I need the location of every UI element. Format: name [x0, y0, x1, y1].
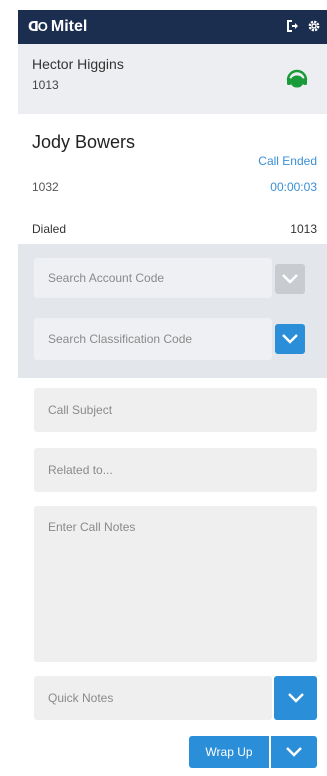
app-header: ᗡO Mitel [18, 10, 327, 44]
dialed-number: 1013 [290, 222, 317, 236]
contact-name: Jody Bowers [32, 132, 136, 152]
brand-name: Mitel [50, 18, 88, 35]
chevron-down-icon [286, 747, 302, 757]
headset-icon[interactable] [285, 66, 309, 90]
code-panel: Search Account Code Search Classificatio… [18, 244, 327, 378]
account-code-dropdown-button[interactable] [275, 264, 305, 294]
quick-notes-input[interactable]: Quick Notes [34, 676, 272, 720]
dialed-label: Dialed [32, 222, 67, 236]
call-notes-textarea[interactable]: Enter Call Notes [34, 506, 317, 662]
brand: ᗡO Mitel [28, 18, 87, 36]
quick-notes-dropdown-button[interactable] [274, 676, 317, 720]
classification-code-dropdown-button[interactable] [275, 324, 305, 354]
logout-icon[interactable] [285, 19, 299, 36]
wrap-up-dropdown-button[interactable] [271, 736, 317, 768]
gear-icon[interactable] [307, 19, 321, 36]
call-status: Call Ended [258, 154, 317, 168]
call-duration: 00:00:03 [270, 180, 317, 194]
chevron-down-icon [287, 693, 304, 703]
chevron-down-icon [282, 274, 298, 284]
chevron-down-icon [282, 334, 298, 344]
related-to-input[interactable]: Related to... [34, 448, 317, 492]
classification-code-search-input[interactable]: Search Classification Code [34, 318, 272, 360]
contact-number: 1032 [32, 180, 59, 194]
call-subject-input[interactable]: Call Subject [34, 388, 317, 432]
account-code-search-input[interactable]: Search Account Code [34, 258, 272, 298]
mitel-logo-icon: ᗡO [28, 19, 48, 34]
agent-name: Hector Higgins [32, 56, 124, 72]
wrap-up-button[interactable]: Wrap Up [189, 736, 269, 768]
agent-extension: 1013 [32, 78, 59, 92]
agent-panel: Hector Higgins 1013 [18, 44, 327, 114]
